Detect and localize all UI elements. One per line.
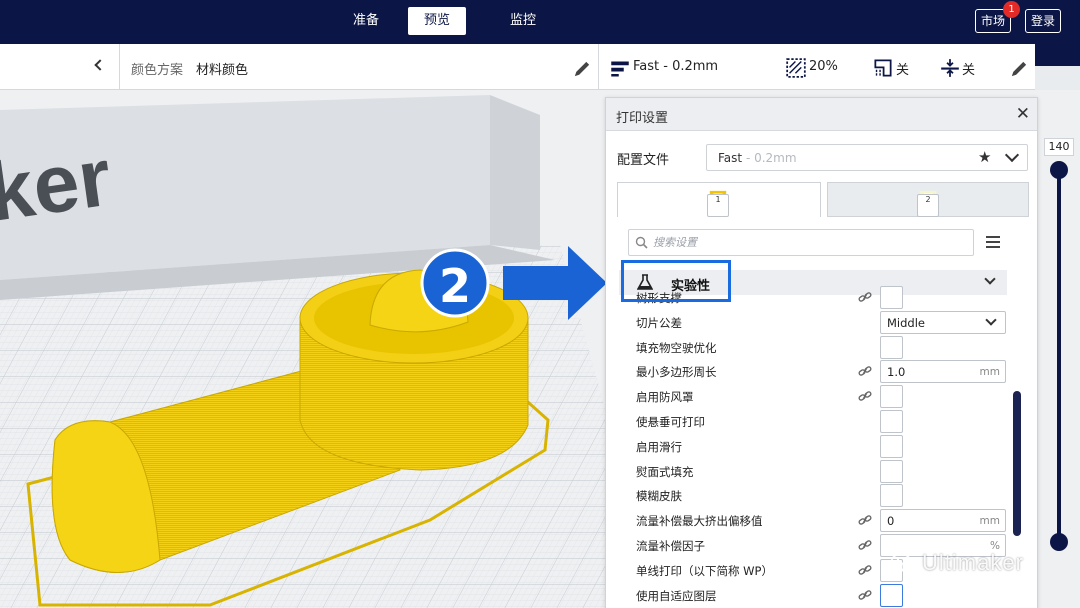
linked-setting-icon	[858, 391, 872, 401]
edit-settings-pencil-icon[interactable]	[1009, 59, 1029, 79]
setting-label: 模糊皮肤	[636, 489, 682, 504]
collapse-chevron-icon[interactable]	[94, 59, 106, 71]
tab-preview[interactable]: 预览	[408, 7, 467, 35]
view-toolbar: 颜色方案 材料颜色 Fast - 0.2mm 20% 关 关	[0, 44, 1035, 90]
setting-label: 最小多边形周长	[636, 365, 717, 380]
setting-row: 使用自适应图层	[606, 583, 1037, 608]
linked-setting-icon	[858, 292, 872, 302]
top-bar: 准备 预览 监控 市场 1 登录	[0, 0, 1080, 44]
search-icon	[635, 236, 648, 249]
setting-checkbox[interactable]	[880, 434, 903, 458]
setting-checkbox[interactable]	[880, 410, 903, 433]
watermark-text: Ultimaker	[922, 550, 1024, 575]
color-scheme-value[interactable]: 材料颜色	[196, 59, 248, 78]
setting-number-value: 1.0	[887, 365, 906, 380]
profile-layers-icon	[611, 61, 629, 77]
tab-extruder-2[interactable]: 2	[827, 182, 1029, 217]
setting-checkbox[interactable]	[880, 484, 903, 508]
support-icon	[874, 59, 892, 77]
setting-row: 流量补偿最大挤出偏移值 0 mm	[606, 508, 1037, 533]
highlight-box	[621, 260, 731, 302]
profile-summary[interactable]: Fast - 0.2mm	[633, 59, 718, 74]
setting-row: 启用滑行	[606, 434, 1037, 459]
setting-checkbox[interactable]	[880, 286, 903, 309]
setting-checkbox[interactable]	[880, 335, 903, 359]
layer-top-value[interactable]: 140	[1044, 138, 1074, 156]
infill-icon	[786, 58, 806, 78]
setting-label: 使悬垂可打印	[636, 415, 705, 429]
setting-unit: mm	[979, 515, 1000, 528]
profile-label: 配置文件	[617, 153, 670, 168]
infill-value[interactable]: 20%	[809, 59, 838, 74]
setting-row: 最小多边形周长 1.0 mm	[606, 359, 1037, 384]
settings-menu-icon[interactable]	[986, 236, 1000, 248]
wechat-icon	[890, 553, 918, 575]
setting-select[interactable]: Middle	[880, 310, 1006, 334]
setting-label: 单线打印（以下简称 WP）	[636, 563, 773, 578]
setting-label: 切片公差	[636, 315, 682, 330]
linked-setting-icon	[858, 366, 872, 377]
print-settings-panel: 打印设置 ✕ 配置文件 Fast - 0.2mm ★ 1 2 实验性	[605, 97, 1038, 608]
setting-row: 使悬垂可打印	[606, 409, 1037, 434]
setting-number-input[interactable]: 0 mm	[880, 509, 1006, 533]
setting-number-input[interactable]: 1.0 mm	[880, 360, 1006, 384]
toolbar-divider	[598, 44, 599, 90]
toolbar-edge	[1035, 44, 1080, 66]
layer-slider-top-handle[interactable]	[1050, 161, 1068, 179]
panel-scrollbar[interactable]	[1013, 391, 1021, 536]
setting-label: 使用自适应图层	[636, 588, 717, 603]
tab-monitor[interactable]: 监控	[494, 7, 552, 35]
setting-select-value: Middle	[887, 315, 925, 330]
setting-checkbox[interactable]	[880, 385, 903, 409]
setting-label: 启用防风罩	[636, 390, 694, 405]
support-value[interactable]: 关	[896, 59, 909, 78]
adhesion-value[interactable]: 关	[962, 59, 975, 78]
chevron-down-icon	[1004, 147, 1020, 163]
setting-row: 切片公差 Middle	[606, 310, 1037, 335]
panel-title: 打印设置	[616, 111, 669, 126]
panel-header: 打印设置 ✕	[606, 98, 1037, 131]
setting-number-value: 0	[887, 514, 895, 529]
settings-search-input[interactable]	[653, 233, 963, 252]
profile-name: Fast	[718, 151, 743, 165]
color-scheme-label: 颜色方案	[131, 63, 184, 78]
setting-label: 流量补偿因子	[636, 539, 705, 553]
step-number: 2	[439, 259, 471, 313]
extruder-1-number: 1	[707, 194, 729, 217]
tab-extruder-1[interactable]: 1	[617, 182, 821, 217]
toolbar-divider	[119, 44, 120, 90]
favorite-star-icon[interactable]: ★	[978, 148, 991, 166]
linked-setting-icon	[858, 540, 872, 550]
setting-label: 填充物空驶优化	[636, 340, 717, 355]
setting-unit: mm	[979, 366, 1000, 379]
extruder-2-number: 2	[917, 194, 939, 217]
setting-row: 启用防风罩	[606, 384, 1037, 409]
setting-checkbox[interactable]	[880, 583, 903, 607]
profile-sub: - 0.2mm	[742, 151, 797, 165]
linked-setting-icon	[858, 515, 872, 525]
edit-pencil-icon[interactable]	[572, 59, 592, 79]
setting-row: 熨面式填充	[606, 459, 1037, 484]
close-icon[interactable]: ✕	[1016, 104, 1030, 124]
setting-label: 启用滑行	[636, 439, 682, 454]
chevron-down-icon	[985, 314, 997, 326]
adhesion-icon	[941, 59, 959, 77]
login-button[interactable]: 登录	[1025, 9, 1062, 33]
setting-row: 模糊皮肤	[606, 483, 1037, 508]
setting-label: 熨面式填充	[636, 464, 694, 479]
layer-slider-track[interactable]	[1057, 165, 1061, 545]
setting-row: 填充物空驶优化	[606, 335, 1037, 360]
linked-setting-icon	[858, 565, 872, 575]
category-chevron-icon	[984, 273, 996, 285]
marketplace-badge: 1	[1003, 1, 1020, 18]
layer-slider-bottom-handle[interactable]	[1050, 533, 1068, 551]
setting-checkbox[interactable]	[880, 459, 903, 483]
linked-setting-icon	[858, 589, 872, 600]
profile-select[interactable]: Fast - 0.2mm ★	[706, 144, 1028, 171]
settings-search[interactable]	[628, 229, 974, 256]
backdrop-logo-text: ker	[0, 132, 117, 239]
tab-prepare[interactable]: 准备	[337, 7, 395, 35]
setting-label: 流量补偿最大挤出偏移值	[636, 514, 763, 529]
